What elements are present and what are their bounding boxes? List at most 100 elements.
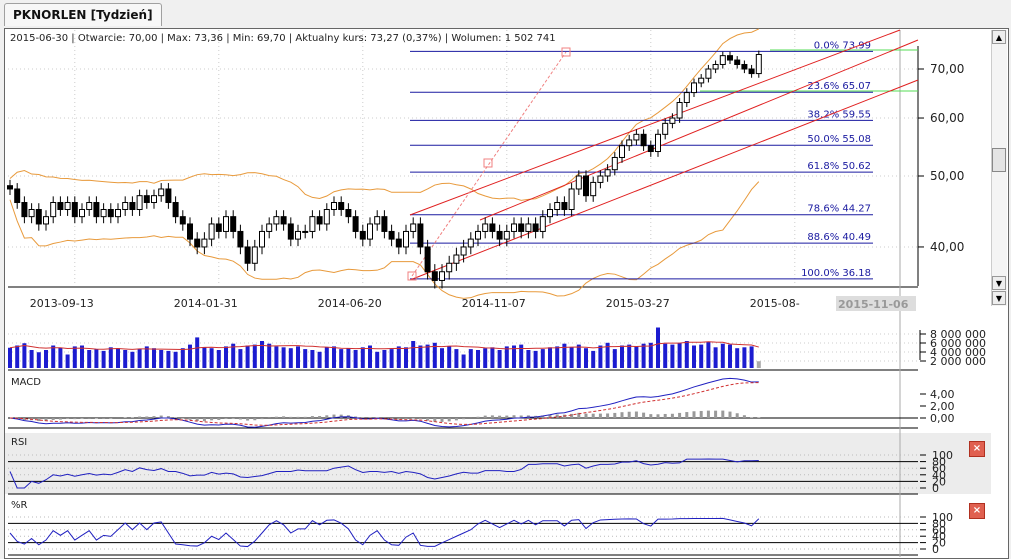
candle-body xyxy=(72,203,77,217)
volume-bar xyxy=(714,347,718,368)
volume-bar xyxy=(577,345,581,368)
volume-bar xyxy=(116,348,120,368)
candle-body xyxy=(648,146,653,152)
candle-body xyxy=(346,210,351,217)
candle-body xyxy=(627,140,632,146)
candle-body xyxy=(382,217,387,232)
macd-histogram-bar xyxy=(513,415,516,418)
candle-body xyxy=(353,217,358,232)
volume-bar xyxy=(634,346,638,368)
anchor-handle xyxy=(484,159,492,167)
volume-bar xyxy=(44,350,48,368)
scroll-up-button[interactable]: ▲ xyxy=(992,30,1006,44)
volume-bar xyxy=(217,350,221,368)
candle-body xyxy=(173,203,178,217)
vertical-scrollbar[interactable]: ▲ ▼ ▼ xyxy=(991,30,1007,306)
volume-bar xyxy=(15,346,19,369)
fib-label: 61.8% 50.62 xyxy=(807,161,871,172)
candle-body xyxy=(389,231,394,239)
volume-bar xyxy=(159,350,163,368)
macd-histogram-bar xyxy=(59,418,62,420)
candle-body xyxy=(670,118,675,123)
macd-histogram-bar xyxy=(570,414,573,418)
macd-histogram-bar xyxy=(455,418,458,420)
volume-bar xyxy=(30,350,34,368)
candle-body xyxy=(166,189,171,203)
candle-body xyxy=(260,231,265,247)
candle-body xyxy=(180,217,185,224)
volume-bar xyxy=(282,347,286,368)
candle-body xyxy=(519,224,524,231)
scroll-down-button-2[interactable]: ▼ xyxy=(992,291,1006,305)
macd-histogram-bar xyxy=(736,413,739,418)
macd-histogram-bar xyxy=(52,418,55,420)
macd-histogram-bar xyxy=(621,412,624,418)
volume-bar xyxy=(678,343,682,368)
volume-bar xyxy=(613,349,617,368)
volume-bar xyxy=(210,348,214,368)
macd-label: MACD xyxy=(11,377,41,388)
macd-histogram-bar xyxy=(239,418,242,420)
candle-body xyxy=(591,182,596,195)
macd-histogram-bar xyxy=(657,414,660,418)
macd-histogram-bar xyxy=(124,417,127,418)
volume-bar xyxy=(102,351,106,368)
macd-histogram-bar xyxy=(138,417,141,418)
candle-body xyxy=(22,203,27,217)
volume-bar xyxy=(37,352,41,368)
volume-bar xyxy=(663,344,667,368)
scroll-down-button[interactable]: ▼ xyxy=(992,276,1006,290)
volume-bar xyxy=(109,347,113,368)
candle-body xyxy=(533,224,538,231)
volume-bar xyxy=(296,346,300,368)
macd-histogram-bar xyxy=(714,411,717,418)
candle-body xyxy=(281,217,286,224)
candle-body xyxy=(202,239,207,247)
candle-body xyxy=(303,231,308,232)
candle-body xyxy=(339,203,344,210)
candle-body xyxy=(447,263,452,271)
candle-body xyxy=(159,189,164,196)
macd-histogram-bar xyxy=(599,414,602,418)
volume-bar xyxy=(526,350,530,368)
close-rsi-icon[interactable]: × xyxy=(969,441,985,457)
volume-bar xyxy=(505,346,509,368)
trend-channel-line xyxy=(410,30,900,215)
volume-bar xyxy=(584,348,588,368)
volume-bar xyxy=(699,345,703,368)
volume-bar xyxy=(649,343,653,368)
volume-bar xyxy=(202,347,206,368)
macd-histogram-bar xyxy=(325,415,328,418)
price-tick-label: 60,00 xyxy=(930,111,964,125)
chart-canvas[interactable]: 70,0060,0050,0040,002013-09-132014-01-31… xyxy=(0,0,1011,557)
macd-histogram-bar xyxy=(318,416,321,418)
macd-histogram-bar xyxy=(311,416,314,418)
volume-bar xyxy=(735,348,739,368)
candle-body xyxy=(490,224,495,231)
candle-body xyxy=(238,231,243,247)
volume-tick-label: 2 000 000 xyxy=(930,355,986,368)
macd-histogram-bar xyxy=(217,418,220,420)
candle-body xyxy=(548,210,553,217)
close-wr-icon[interactable]: × xyxy=(969,503,985,519)
candle-body xyxy=(29,210,34,217)
candle-body xyxy=(267,224,272,231)
volume-bar xyxy=(166,351,170,368)
volume-bar xyxy=(390,349,394,368)
candle-body xyxy=(735,60,740,64)
macd-histogram-bar xyxy=(743,415,746,418)
volume-bar xyxy=(238,349,242,368)
date-tick-label: 2014-11-07 xyxy=(462,297,526,310)
volume-bar xyxy=(483,348,487,368)
candle-body xyxy=(612,157,617,169)
scroll-thumb[interactable] xyxy=(992,148,1006,172)
price-tick-label: 40,00 xyxy=(930,240,964,254)
fib-anchor-line xyxy=(412,52,566,276)
volume-bar xyxy=(94,349,98,368)
macd-histogram-bar xyxy=(707,411,710,418)
date-tick-label: 2015-08- xyxy=(750,297,800,310)
candle-body xyxy=(310,217,315,232)
macd-histogram-bar xyxy=(693,411,696,418)
volume-bar xyxy=(145,346,149,368)
wr-label: %R xyxy=(11,500,27,511)
